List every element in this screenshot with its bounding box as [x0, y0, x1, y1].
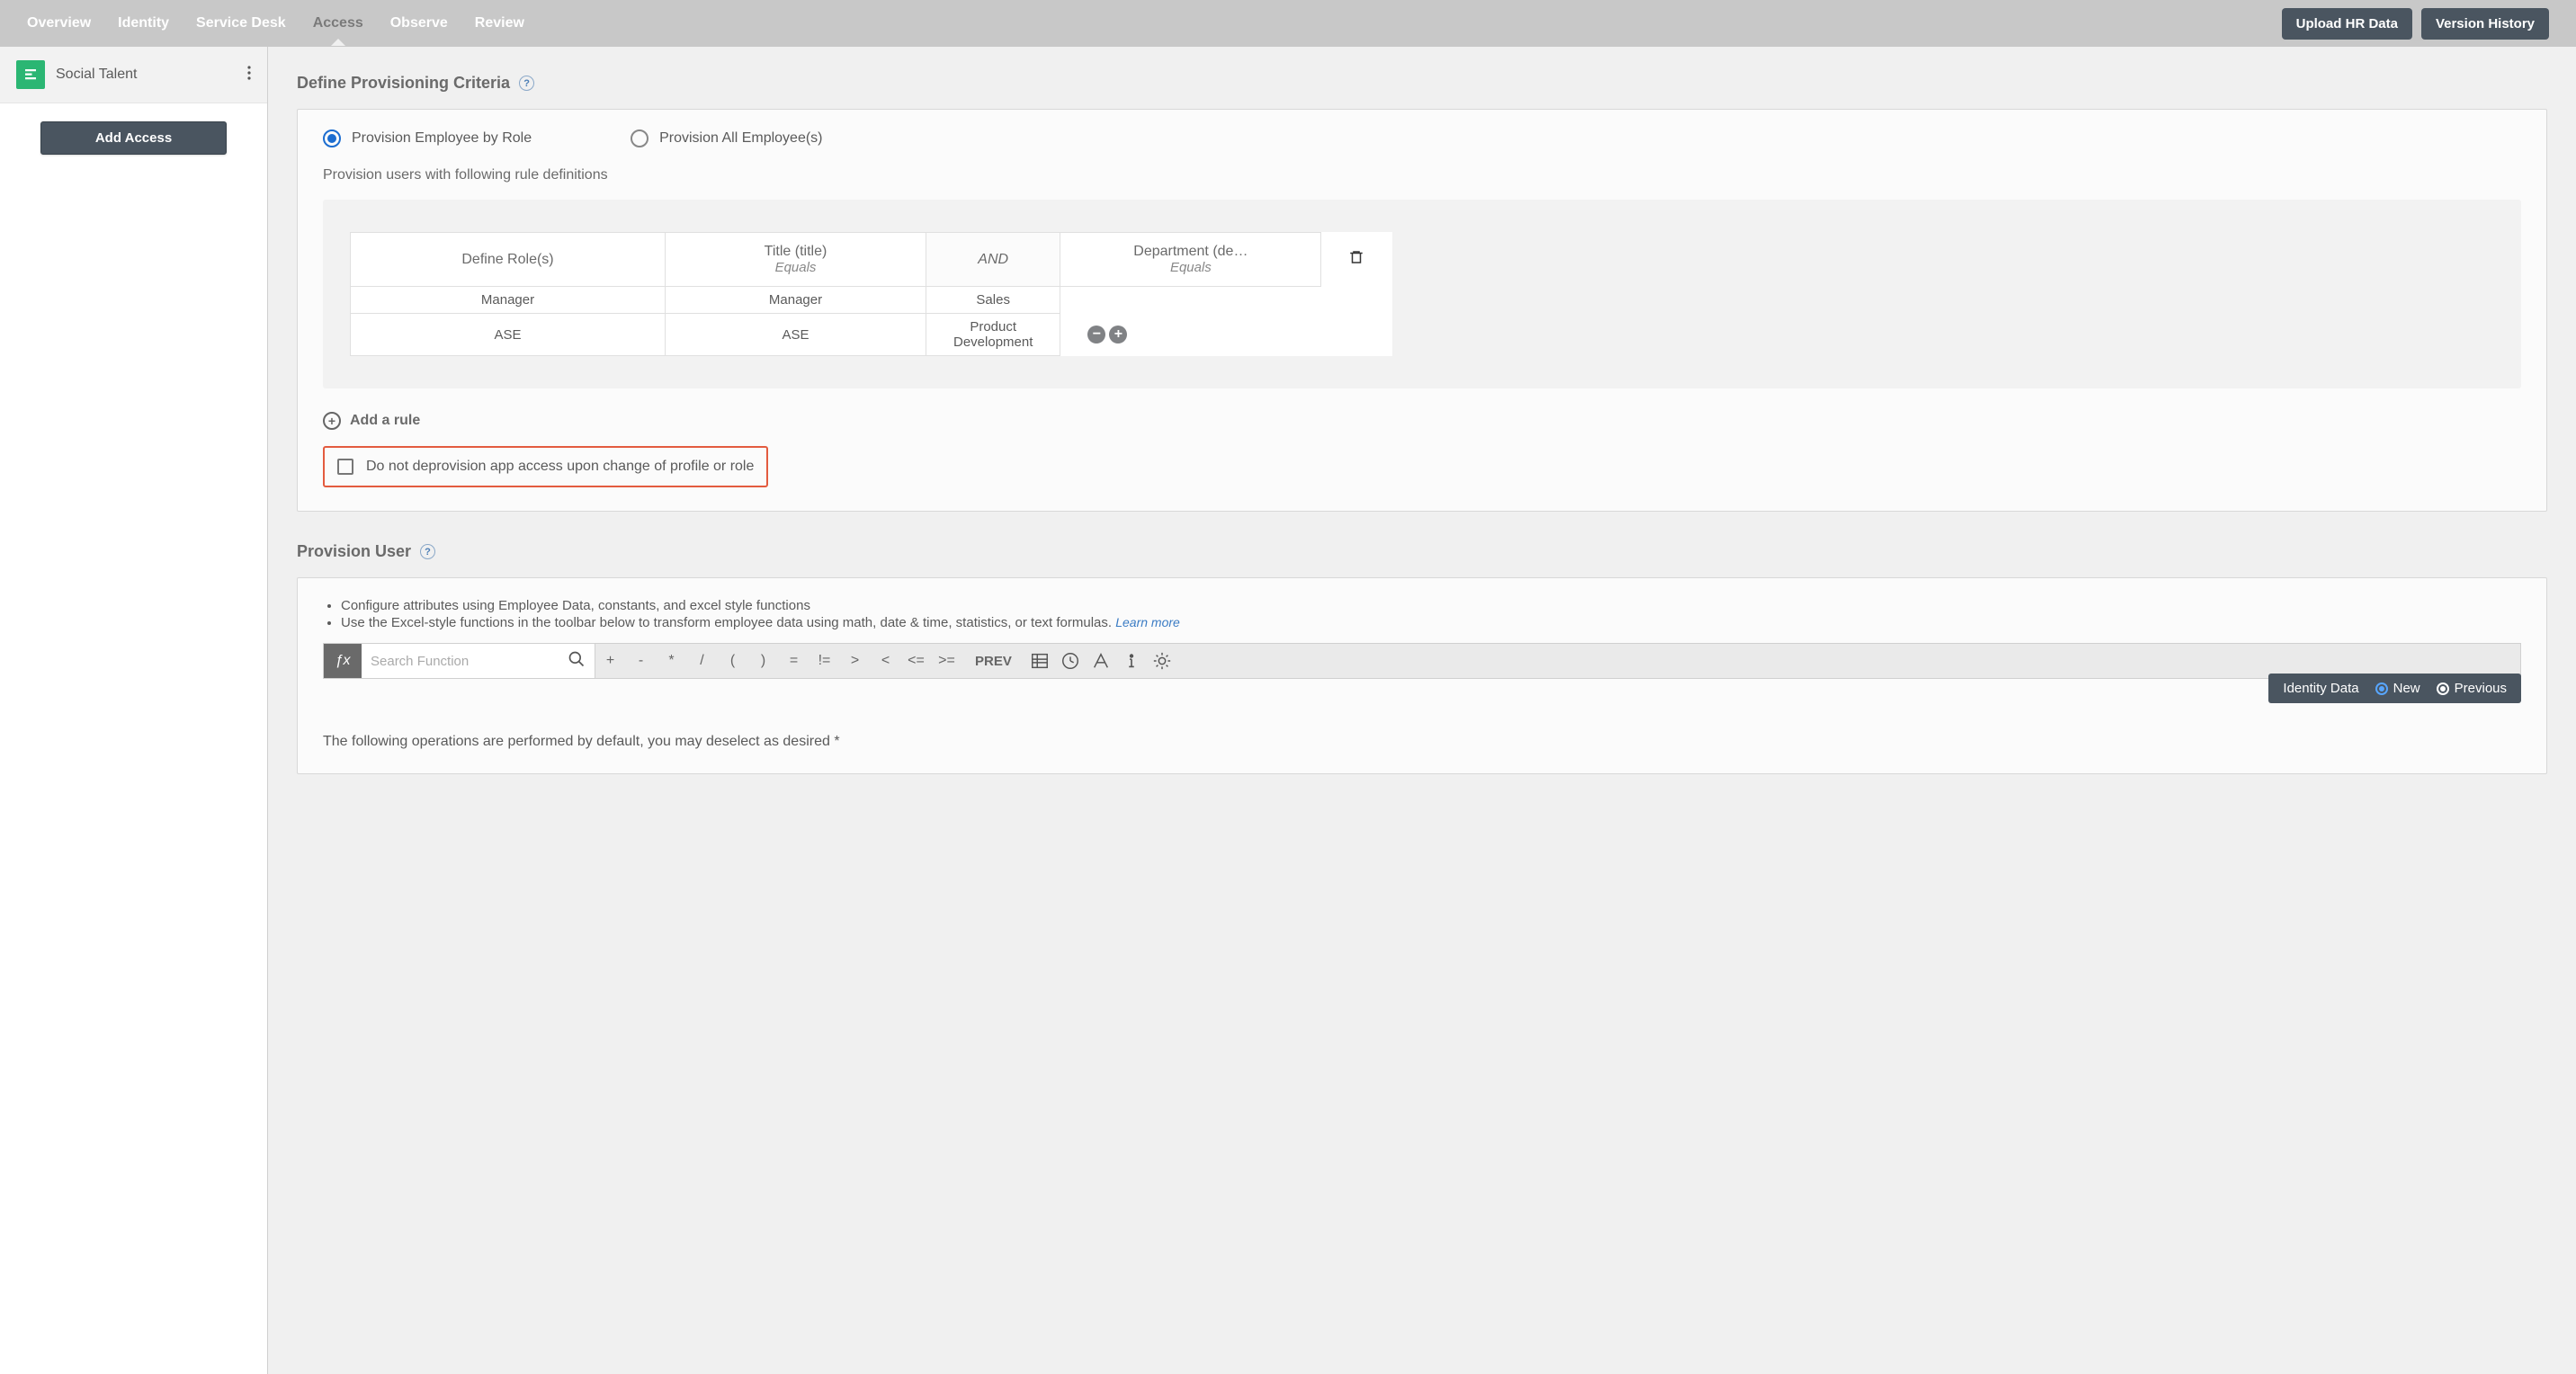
add-row-icon[interactable]: + — [1109, 326, 1127, 344]
list-item: Use the Excel-style functions in the too… — [341, 615, 2521, 630]
add-access-button[interactable]: Add Access — [40, 121, 227, 155]
top-actions: Upload HR Data Version History — [2282, 8, 2549, 40]
add-rule-button[interactable]: + Add a rule — [323, 412, 2521, 430]
op-minus[interactable]: - — [626, 644, 657, 678]
add-rule-label: Add a rule — [350, 413, 420, 429]
sidebar-app-row[interactable]: Social Talent — [0, 47, 267, 103]
radio-label: Provision All Employee(s) — [659, 130, 822, 147]
identity-data-toggle: Identity Data New Previous — [2268, 674, 2521, 703]
provision-user-heading: Provision User — [297, 542, 411, 561]
criteria-panel: Provision Employee by Role Provision All… — [297, 109, 2547, 512]
col-dept-header: Department (de… Equals — [1060, 233, 1321, 287]
learn-more-link[interactable]: Learn more — [1115, 615, 1180, 629]
cell-dept: Sales — [926, 287, 1060, 314]
criteria-heading: Define Provisioning Criteria — [297, 74, 510, 93]
table-row[interactable]: Manager Manager Sales — [351, 287, 1392, 314]
remove-row-icon[interactable]: − — [1087, 326, 1105, 344]
upload-hr-data-button[interactable]: Upload HR Data — [2282, 8, 2412, 40]
fx-icon[interactable]: ƒx — [324, 644, 362, 678]
sidebar: Social Talent Add Access — [0, 47, 268, 1374]
deprovision-checkbox[interactable] — [337, 459, 353, 475]
text-icon[interactable] — [1087, 644, 1117, 678]
list-item: Configure attributes using Employee Data… — [341, 598, 2521, 613]
col-role-header: Define Role(s) — [351, 233, 666, 287]
op-divide[interactable]: / — [687, 644, 718, 678]
rules-table: Define Role(s) Title (title) Equals AND … — [350, 232, 1392, 356]
cell-role: Manager — [351, 287, 666, 314]
default-operations-text: The following operations are performed b… — [323, 734, 2521, 750]
help-icon[interactable]: ? — [519, 76, 534, 91]
app-logo-icon — [16, 60, 45, 89]
provision-user-panel: Configure attributes using Employee Data… — [297, 577, 2547, 774]
op-not-equals[interactable]: != — [809, 644, 840, 678]
and-label: AND — [926, 233, 1060, 287]
cell-dept: Product Development — [926, 314, 1060, 356]
identity-option-new[interactable]: New — [2375, 681, 2420, 696]
tab-observe[interactable]: Observe — [390, 1, 448, 46]
deprovision-option-highlight: Do not deprovision app access upon chang… — [323, 446, 768, 487]
help-icon[interactable]: ? — [420, 544, 435, 559]
version-history-button[interactable]: Version History — [2421, 8, 2549, 40]
radio-icon — [323, 129, 341, 147]
grid-icon[interactable] — [1025, 644, 1056, 678]
deprovision-label: Do not deprovision app access upon chang… — [366, 459, 754, 475]
op-paren-open[interactable]: ( — [718, 644, 748, 678]
main-content: Define Provisioning Criteria ? Provision… — [268, 47, 2576, 1374]
radio-label: Provision Employee by Role — [352, 130, 532, 147]
op-lt[interactable]: < — [871, 644, 901, 678]
prev-button[interactable]: PREV — [962, 644, 1025, 678]
radio-provision-all[interactable]: Provision All Employee(s) — [631, 129, 822, 147]
radio-icon — [631, 129, 648, 147]
identity-data-label: Identity Data — [2283, 681, 2358, 696]
rule-description: Provision users with following rule defi… — [323, 167, 2521, 183]
tab-review[interactable]: Review — [475, 1, 524, 46]
identity-option-previous[interactable]: Previous — [2437, 681, 2507, 696]
sidebar-app-label: Social Talent — [56, 67, 137, 83]
op-gt[interactable]: > — [840, 644, 871, 678]
table-row[interactable]: ASE ASE Product Development − + — [351, 314, 1392, 356]
op-paren-close[interactable]: ) — [748, 644, 779, 678]
op-equals[interactable]: = — [779, 644, 809, 678]
cell-title: ASE — [666, 314, 926, 356]
top-nav: Overview Identity Service Desk Access Ob… — [0, 0, 2576, 47]
radio-provision-by-role[interactable]: Provision Employee by Role — [323, 129, 532, 147]
tab-identity[interactable]: Identity — [118, 1, 169, 46]
delete-rule-action[interactable] — [1321, 233, 1392, 287]
settings-icon[interactable] — [1148, 644, 1178, 678]
op-multiply[interactable]: * — [657, 644, 687, 678]
search-icon[interactable] — [568, 650, 586, 673]
tab-service-desk[interactable]: Service Desk — [196, 1, 286, 46]
cell-role: ASE — [351, 314, 666, 356]
tab-access[interactable]: Access — [313, 1, 363, 46]
formula-toolbar: ƒx + - * / ( ) = != > < <= >= PR — [323, 643, 2521, 679]
tab-overview[interactable]: Overview — [27, 1, 91, 46]
function-search[interactable] — [362, 644, 595, 678]
nav-tabs: Overview Identity Service Desk Access Ob… — [27, 1, 524, 46]
cell-title: Manager — [666, 287, 926, 314]
op-gte[interactable]: >= — [932, 644, 962, 678]
plus-circle-icon: + — [323, 412, 341, 430]
more-menu-icon[interactable] — [247, 66, 251, 85]
info-icon[interactable] — [1117, 644, 1148, 678]
rule-box: Define Role(s) Title (title) Equals AND … — [323, 200, 2521, 388]
op-plus[interactable]: + — [595, 644, 626, 678]
col-title-header: Title (title) Equals — [666, 233, 926, 287]
instruction-list: Configure attributes using Employee Data… — [323, 598, 2521, 630]
clock-icon[interactable] — [1056, 644, 1087, 678]
search-input[interactable] — [371, 654, 568, 669]
op-lte[interactable]: <= — [901, 644, 932, 678]
